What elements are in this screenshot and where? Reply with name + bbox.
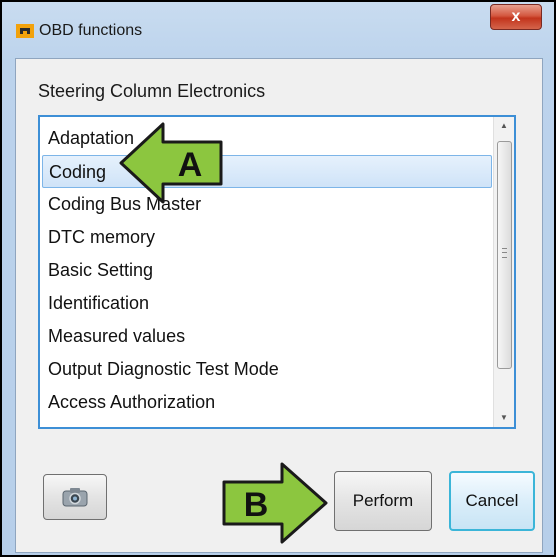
list-item-coding[interactable]: Coding <box>42 155 492 188</box>
title-bar: OBD functions x <box>2 2 554 60</box>
close-button[interactable]: x <box>490 4 542 30</box>
cancel-button[interactable]: Cancel <box>449 471 535 531</box>
camera-icon <box>62 488 88 507</box>
scroll-up-icon[interactable]: ▲ <box>494 117 514 135</box>
list-item-dtc-memory[interactable]: DTC memory <box>48 221 155 254</box>
list-item-identification[interactable]: Identification <box>48 287 149 320</box>
scroll-down-icon[interactable]: ▼ <box>494 409 514 427</box>
annotation-arrow-b: B <box>222 462 328 544</box>
list-item-basic-setting[interactable]: Basic Setting <box>48 254 153 287</box>
list-item-access-authorization[interactable]: Access Authorization <box>48 386 215 419</box>
screenshot-button[interactable] <box>43 474 107 520</box>
perform-button[interactable]: Perform <box>334 471 432 531</box>
annotation-arrow-a: A <box>119 122 223 204</box>
grip-icon <box>502 248 507 258</box>
scroll-thumb[interactable] <box>497 141 512 369</box>
list-item-measured-values[interactable]: Measured values <box>48 320 185 353</box>
list-scrollbar[interactable]: ▲ ▼ <box>493 117 514 427</box>
functions-listbox[interactable]: Adaptation Coding Coding Bus Master DTC … <box>38 115 516 429</box>
close-icon: x <box>511 8 521 25</box>
group-label: Steering Column Electronics <box>38 81 266 101</box>
obd-app-icon <box>16 24 34 38</box>
window-title: OBD functions <box>39 22 143 39</box>
list-item-output-diagnostic-test-mode[interactable]: Output Diagnostic Test Mode <box>48 353 279 386</box>
annotation-label-a: A <box>178 146 203 184</box>
annotation-label-b: B <box>244 486 269 524</box>
